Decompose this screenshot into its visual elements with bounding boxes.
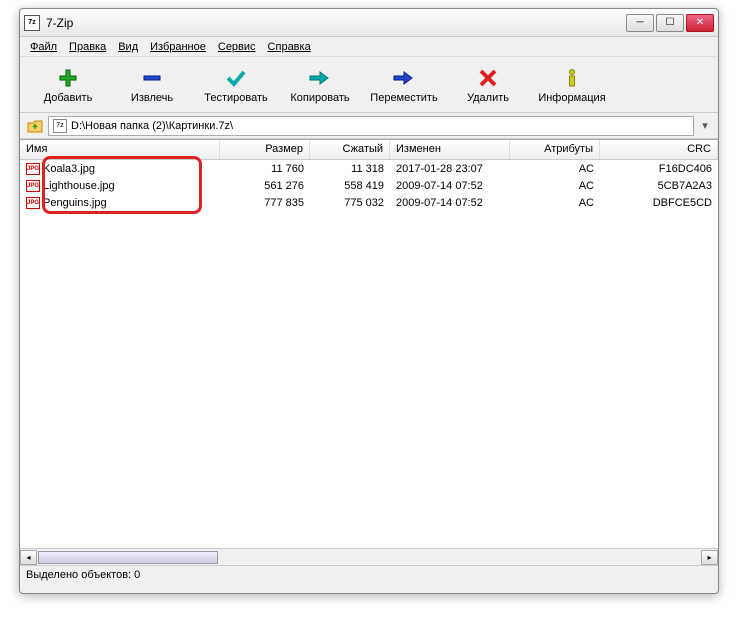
- horizontal-scrollbar[interactable]: ◂ ▸: [20, 548, 718, 565]
- file-list: Имя Размер Сжатый Изменен Атрибуты CRC J…: [20, 139, 718, 565]
- menu-file[interactable]: Файл: [24, 39, 63, 55]
- delete-button[interactable]: Удалить: [448, 60, 528, 110]
- menu-view[interactable]: Вид: [112, 39, 144, 55]
- arrow-right-icon: [392, 66, 416, 90]
- menu-help[interactable]: Справка: [262, 39, 317, 55]
- scroll-left-icon[interactable]: ◂: [20, 550, 37, 565]
- copy-button[interactable]: Копировать: [280, 60, 360, 110]
- archive-icon: 7z: [53, 119, 67, 133]
- extract-button[interactable]: Извлечь: [112, 60, 192, 110]
- table-row[interactable]: JPGLighthouse.jpg 561 276 558 419 2009-0…: [20, 177, 718, 194]
- minus-icon: [142, 66, 162, 90]
- window-title: 7-Zip: [46, 16, 626, 30]
- scroll-right-icon[interactable]: ▸: [701, 550, 718, 565]
- table-row[interactable]: JPGPenguins.jpg 777 835 775 032 2009-07-…: [20, 194, 718, 211]
- col-modified[interactable]: Изменен: [390, 140, 510, 159]
- app-icon: 7z: [24, 15, 40, 31]
- chevron-down-icon[interactable]: ▾: [698, 119, 712, 132]
- file-rows: JPGKoala3.jpg 11 760 11 318 2017-01-28 2…: [20, 160, 718, 211]
- titlebar[interactable]: 7z 7-Zip ─ ☐ ✕: [20, 9, 718, 37]
- col-packed[interactable]: Сжатый: [310, 140, 390, 159]
- toolbar: Добавить Извлечь Тестировать Копировать …: [20, 57, 718, 113]
- col-crc[interactable]: CRC: [600, 140, 718, 159]
- jpg-file-icon: JPG: [26, 180, 40, 192]
- menu-favorites[interactable]: Избранное: [144, 39, 212, 55]
- info-icon: [562, 66, 582, 90]
- menu-tools[interactable]: Сервис: [212, 39, 262, 55]
- app-window: 7z 7-Zip ─ ☐ ✕ Файл Правка Вид Избранное…: [19, 8, 719, 594]
- col-size[interactable]: Размер: [220, 140, 310, 159]
- address-bar: 7z D:\Новая папка (2)\Картинки.7z\ ▾: [20, 113, 718, 139]
- info-button[interactable]: Информация: [532, 60, 612, 110]
- test-button[interactable]: Тестировать: [196, 60, 276, 110]
- menu-edit[interactable]: Правка: [63, 39, 112, 55]
- table-row[interactable]: JPGKoala3.jpg 11 760 11 318 2017-01-28 2…: [20, 160, 718, 177]
- col-attributes[interactable]: Атрибуты: [510, 140, 600, 159]
- up-folder-icon[interactable]: [26, 117, 44, 135]
- statusbar: Выделено объектов: 0: [20, 565, 718, 585]
- arrow-right-double-icon: [308, 66, 332, 90]
- jpg-file-icon: JPG: [26, 197, 40, 209]
- column-headers: Имя Размер Сжатый Изменен Атрибуты CRC: [20, 140, 718, 160]
- close-button[interactable]: ✕: [686, 14, 714, 32]
- plus-icon: [58, 66, 78, 90]
- scroll-thumb[interactable]: [38, 551, 218, 564]
- path-text: D:\Новая папка (2)\Картинки.7z\: [71, 120, 233, 132]
- checkmark-icon: [226, 66, 246, 90]
- status-text: Выделено объектов: 0: [26, 569, 140, 581]
- move-button[interactable]: Переместить: [364, 60, 444, 110]
- menubar: Файл Правка Вид Избранное Сервис Справка: [20, 37, 718, 57]
- minimize-button[interactable]: ─: [626, 14, 654, 32]
- jpg-file-icon: JPG: [26, 163, 40, 175]
- col-name[interactable]: Имя: [20, 140, 220, 159]
- add-button[interactable]: Добавить: [28, 60, 108, 110]
- maximize-button[interactable]: ☐: [656, 14, 684, 32]
- x-icon: [478, 66, 498, 90]
- path-input[interactable]: 7z D:\Новая папка (2)\Картинки.7z\: [48, 116, 694, 136]
